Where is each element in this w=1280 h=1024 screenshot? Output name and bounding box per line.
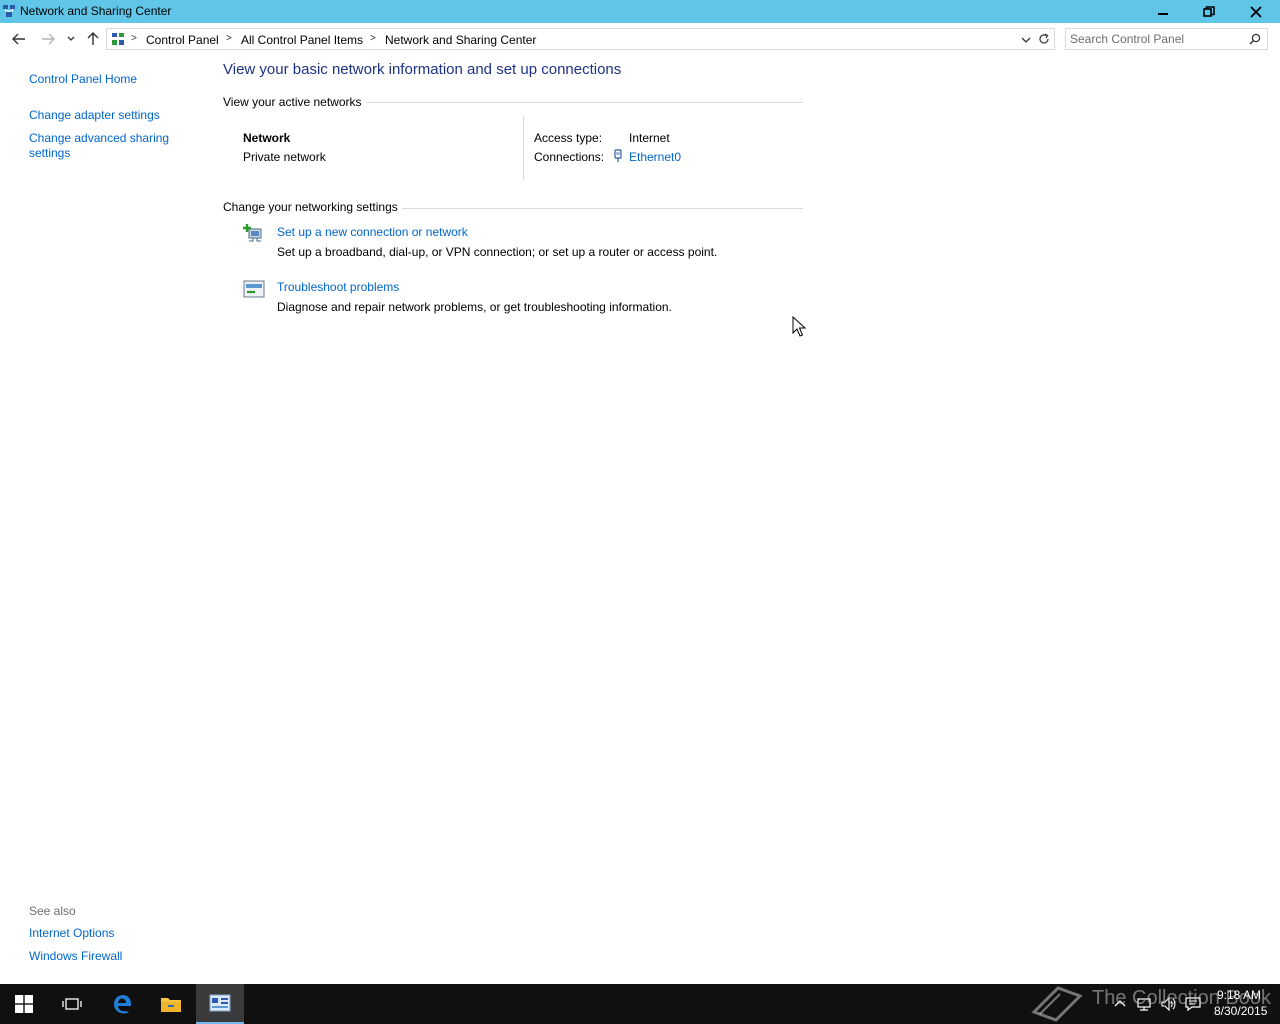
forward-button[interactable] xyxy=(38,29,58,49)
new-connection-icon xyxy=(243,224,262,242)
close-button[interactable] xyxy=(1232,0,1280,23)
address-dropdown-icon[interactable] xyxy=(1019,33,1033,47)
task-view-button[interactable] xyxy=(48,984,96,1024)
see-also-label: See also xyxy=(29,904,76,918)
ethernet0-connection-link[interactable]: Ethernet0 xyxy=(629,150,681,164)
window-title: Network and Sharing Center xyxy=(20,4,172,18)
start-button[interactable] xyxy=(0,984,48,1024)
minimize-icon xyxy=(1158,12,1168,15)
refresh-icon[interactable] xyxy=(1037,32,1051,46)
minimize-button[interactable] xyxy=(1140,0,1186,23)
taskbar xyxy=(0,984,1280,1024)
active-networks-heading: View your active networks xyxy=(223,95,362,109)
breadcrumb-control-panel[interactable]: Control Panel xyxy=(146,33,219,47)
connections-label: Connections: xyxy=(534,150,605,164)
title-bar[interactable]: Network and Sharing Center xyxy=(0,0,1280,23)
up-button[interactable] xyxy=(83,29,103,49)
setup-new-connection-description: Set up a broadband, dial-up, or VPN conn… xyxy=(277,245,718,259)
access-type-value: Internet xyxy=(629,131,670,145)
edge-browser-icon xyxy=(114,995,131,1014)
section-divider xyxy=(402,208,803,209)
search-input[interactable] xyxy=(1070,31,1240,47)
sidebar-link-change-adapter-settings[interactable]: Change adapter settings xyxy=(29,108,160,123)
networking-settings-heading: Change your networking settings xyxy=(223,200,398,214)
network-info-divider xyxy=(523,116,524,180)
up-arrow-icon xyxy=(87,32,99,45)
taskbar-edge-button[interactable] xyxy=(98,984,146,1024)
network-center-icon xyxy=(3,5,15,17)
task-view-icon xyxy=(62,998,82,1010)
page-title: View your basic network information and … xyxy=(223,61,622,78)
network-name: Network xyxy=(243,131,291,145)
troubleshoot-problems-link[interactable]: Troubleshoot problems xyxy=(277,280,399,294)
ethernet-icon xyxy=(614,149,622,162)
search-icon[interactable] xyxy=(1249,33,1261,45)
breadcrumb-all-items[interactable]: All Control Panel Items xyxy=(241,33,363,47)
taskbar-network-center-button[interactable] xyxy=(196,984,244,1024)
back-button[interactable] xyxy=(9,29,29,49)
troubleshoot-icon xyxy=(243,280,265,298)
control-panel-icon xyxy=(112,33,124,45)
chevron-down-icon xyxy=(67,36,75,41)
watermark-book-icon xyxy=(1031,986,1083,1022)
sidebar-link-windows-firewall[interactable]: Windows Firewall xyxy=(29,949,122,964)
address-bar[interactable]: > Control Panel > All Control Panel Item… xyxy=(106,28,1055,50)
breadcrumb-separator[interactable]: > xyxy=(370,33,376,44)
file-explorer-icon xyxy=(161,998,181,1012)
access-type-label: Access type: xyxy=(534,131,603,145)
troubleshoot-problems-description: Diagnose and repair network problems, or… xyxy=(277,300,672,314)
forward-arrow-icon xyxy=(42,33,55,45)
back-arrow-icon xyxy=(12,33,25,45)
setup-new-connection-link[interactable]: Set up a new connection or network xyxy=(277,225,468,239)
mouse-cursor-icon xyxy=(792,316,806,337)
clock-date[interactable]: 8/30/2015 xyxy=(1214,1004,1267,1018)
navigation-bar: > Control Panel > All Control Panel Item… xyxy=(0,23,1280,55)
breadcrumb-network-center[interactable]: Network and Sharing Center xyxy=(385,33,536,47)
sidebar-link-change-advanced-sharing[interactable]: Change advanced sharing settings xyxy=(29,131,179,161)
restore-button[interactable] xyxy=(1186,0,1232,23)
control-panel-window-icon xyxy=(209,994,231,1012)
breadcrumb-separator[interactable]: > xyxy=(131,33,137,44)
search-box[interactable] xyxy=(1065,28,1268,50)
sidebar-link-internet-options[interactable]: Internet Options xyxy=(29,926,114,941)
windows-logo-icon xyxy=(15,995,33,1013)
clock-time[interactable]: 9:18 AM xyxy=(1217,988,1261,1002)
restore-icon xyxy=(1203,5,1215,17)
network-type: Private network xyxy=(243,150,326,164)
section-divider xyxy=(366,102,803,103)
taskbar-file-explorer-button[interactable] xyxy=(147,984,195,1024)
close-icon xyxy=(1250,5,1262,18)
recent-locations-button[interactable] xyxy=(62,29,80,49)
sidebar-link-control-panel-home[interactable]: Control Panel Home xyxy=(29,72,137,87)
breadcrumb-separator[interactable]: > xyxy=(226,33,232,44)
